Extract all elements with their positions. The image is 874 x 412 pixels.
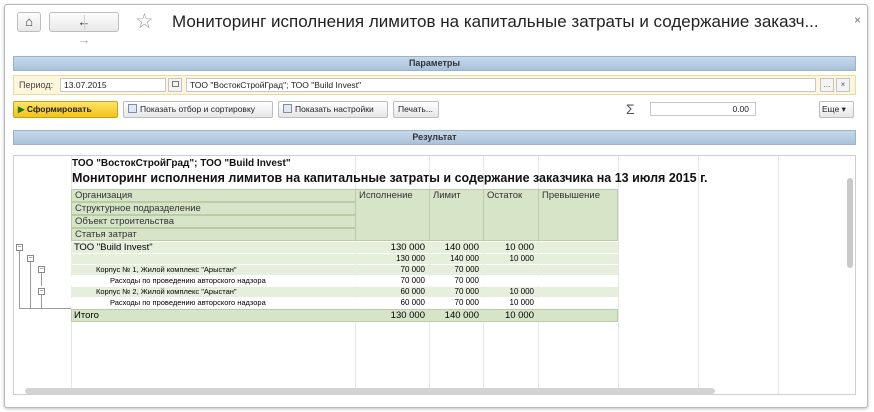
row-remainder: 10 000: [509, 254, 534, 263]
collapse-organization-icon[interactable]: −: [16, 244, 23, 251]
collapse-object-icon[interactable]: −: [38, 288, 45, 295]
report-title: Мониторинг исполнения лимитов на капитал…: [72, 171, 708, 185]
tree-line: [30, 262, 31, 308]
row-name: Корпус № 1, Жилой комплекс "Арыстан": [96, 265, 237, 274]
period-label: Период:: [19, 80, 54, 90]
home-icon: ⌂: [25, 14, 33, 29]
header-object: Объект строительства: [71, 215, 356, 228]
period-date-field[interactable]: 13.07.2015: [60, 78, 166, 92]
header-organization: Организация: [71, 189, 356, 202]
report-window: ⌂ ← → ☆ Мониторинг исполнения лимитов на…: [4, 4, 868, 408]
header-execution: Исполнение: [355, 189, 430, 241]
row-execution: 70 000: [400, 276, 425, 285]
period-row: Период: 13.07.2015 ТОО "ВостокСтройГрад"…: [13, 75, 856, 95]
row-execution: 130 000: [396, 254, 425, 263]
row-execution: 60 000: [400, 287, 425, 296]
generate-button[interactable]: ▶ Сформировать: [13, 101, 118, 118]
gridline: [698, 156, 699, 394]
row-execution: 70 000: [400, 265, 425, 274]
row-remainder: 10 000: [509, 287, 534, 296]
header-excess: Превышение: [538, 189, 618, 241]
total-remainder: 10 000: [504, 310, 534, 321]
title-bar: ⌂ ← → ☆ Мониторинг исполнения лимитов на…: [5, 5, 867, 47]
calendar-button[interactable]: [168, 78, 182, 92]
header-department: Структурное подразделение: [71, 202, 356, 215]
select-organization-button[interactable]: ...: [820, 78, 834, 92]
total-limit: 140 000: [444, 310, 479, 321]
report-spreadsheet[interactable]: ТОО "ВостокСтройГрад"; ТОО "Build Invest…: [13, 155, 856, 395]
total-label: Итого: [74, 310, 99, 321]
sum-field[interactable]: 0.00: [650, 102, 756, 116]
show-settings-button[interactable]: Показать настройки: [278, 101, 388, 118]
tree-line: [30, 308, 71, 309]
tree-line: [19, 251, 20, 309]
collapse-department-icon[interactable]: −: [27, 255, 34, 262]
more-menu-button[interactable]: Еще ▾: [819, 101, 854, 118]
home-button[interactable]: ⌂: [17, 12, 41, 32]
sum-icon: Σ: [626, 101, 635, 117]
row-limit: 70 000: [454, 287, 479, 296]
row-name: Расходы по проведению авторского надзора: [110, 298, 266, 307]
gridline: [618, 156, 619, 394]
print-button[interactable]: Печать...: [393, 101, 439, 118]
clear-organization-button[interactable]: ×: [836, 78, 850, 92]
organization-field[interactable]: ТОО "ВостокСтройГрад"; ТОО "Build Invest…: [186, 78, 816, 92]
show-settings-label: Показать настройки: [295, 104, 374, 114]
close-icon[interactable]: ×: [854, 13, 861, 27]
play-icon: ▶: [18, 104, 25, 114]
gridline: [778, 156, 779, 394]
vertical-scrollbar[interactable]: [846, 170, 854, 394]
row-name: Расходы по проведению авторского надзора: [110, 276, 266, 285]
row-limit: 140 000: [444, 242, 479, 253]
collapse-object-icon[interactable]: −: [38, 266, 45, 273]
show-filter-sort-label: Показать отбор и сортировку: [140, 104, 256, 114]
total-execution: 130 000: [390, 310, 425, 321]
row-execution: 60 000: [400, 298, 425, 307]
row-remainder: 10 000: [509, 298, 534, 307]
navigation-buttons: ← →: [49, 12, 119, 47]
row-remainder: 10 000: [504, 242, 534, 253]
report-organizations: ТОО "ВостокСтройГрад"; ТОО "Build Invest…: [72, 158, 291, 169]
row-execution: 130 000: [390, 242, 425, 253]
settings-icon: [283, 104, 292, 113]
row-name: ТОО "Build Invest": [74, 242, 153, 253]
header-remainder: Остаток: [483, 189, 539, 241]
header-limit: Лимит: [429, 189, 484, 241]
row-limit: 140 000: [450, 254, 479, 263]
result-section-header[interactable]: Результат: [13, 130, 856, 145]
horizontal-scrollbar[interactable]: [25, 388, 715, 394]
report-toolbar: ▶ Сформировать Показать отбор и сортиров…: [13, 99, 856, 121]
header-article: Статья затрат: [71, 228, 356, 241]
calendar-icon: [171, 81, 179, 87]
forward-icon[interactable]: →: [68, 31, 101, 49]
parameters-section-header[interactable]: Параметры: [13, 56, 856, 71]
tree-line: [41, 273, 42, 286]
nav-divider: [84, 15, 85, 29]
row-limit: 70 000: [454, 265, 479, 274]
tree-line: [41, 295, 42, 308]
vertical-scroll-thumb[interactable]: [847, 178, 853, 268]
row-name: Корпус № 2, Жилой комплекс "Арыстан": [96, 287, 237, 296]
filter-icon: [128, 104, 137, 113]
generate-button-label: Сформировать: [26, 104, 92, 114]
row-limit: 70 000: [454, 276, 479, 285]
window-title: Мониторинг исполнения лимитов на капитал…: [172, 12, 819, 31]
row-limit: 70 000: [454, 298, 479, 307]
show-filter-sort-button[interactable]: Показать отбор и сортировку: [123, 101, 273, 118]
favorite-star-icon[interactable]: ☆: [135, 9, 154, 34]
